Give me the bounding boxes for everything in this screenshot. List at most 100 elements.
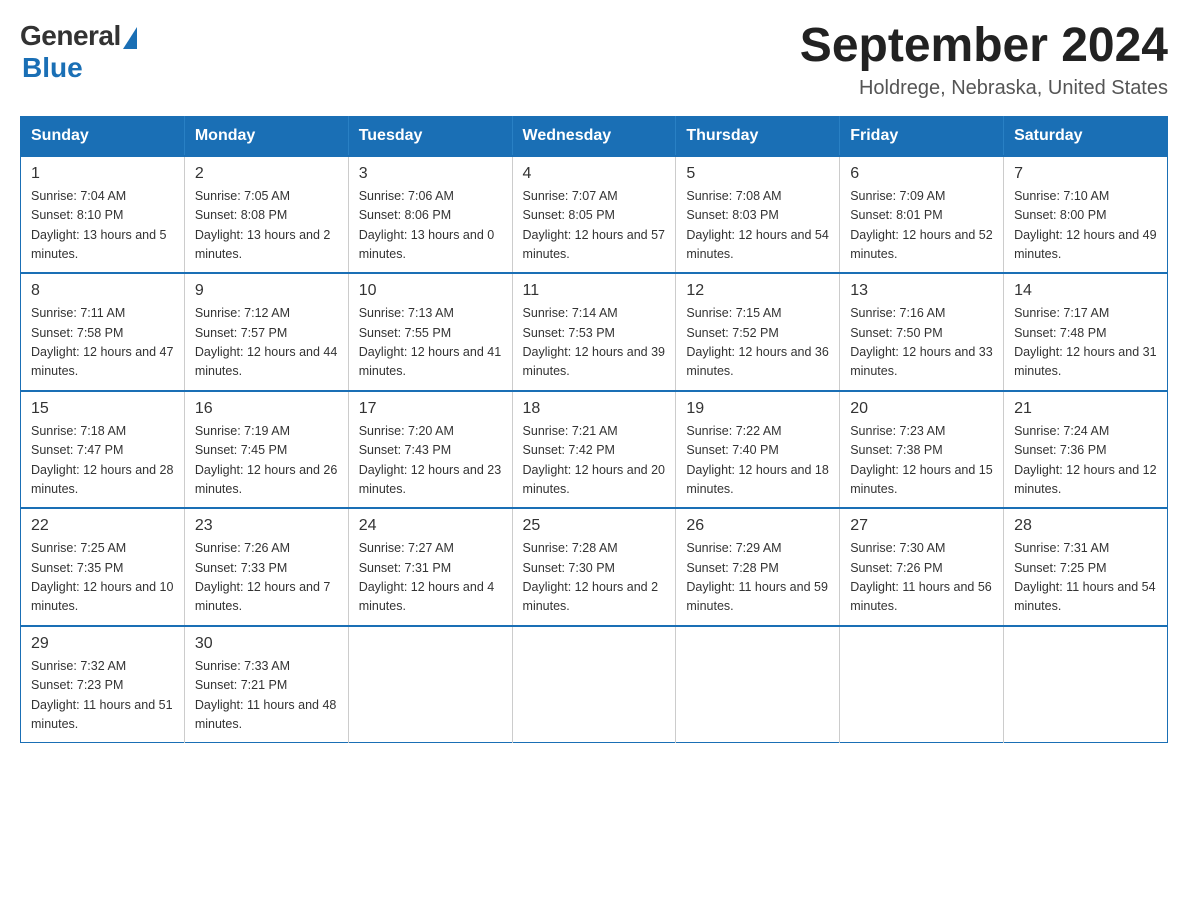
calendar-week-row: 8 Sunrise: 7:11 AMSunset: 7:58 PMDayligh… bbox=[21, 273, 1168, 391]
calendar-day-cell: 3 Sunrise: 7:06 AMSunset: 8:06 PMDayligh… bbox=[348, 156, 512, 274]
day-info: Sunrise: 7:18 AMSunset: 7:47 PMDaylight:… bbox=[31, 422, 174, 500]
calendar-day-cell bbox=[512, 626, 676, 743]
calendar-day-cell: 15 Sunrise: 7:18 AMSunset: 7:47 PMDaylig… bbox=[21, 391, 185, 509]
day-number: 21 bbox=[1014, 400, 1157, 418]
day-number: 12 bbox=[686, 282, 829, 300]
day-number: 1 bbox=[31, 165, 174, 183]
day-number: 26 bbox=[686, 517, 829, 535]
calendar-day-cell: 4 Sunrise: 7:07 AMSunset: 8:05 PMDayligh… bbox=[512, 156, 676, 274]
day-info: Sunrise: 7:26 AMSunset: 7:33 PMDaylight:… bbox=[195, 539, 338, 617]
calendar-day-cell: 2 Sunrise: 7:05 AMSunset: 8:08 PMDayligh… bbox=[184, 156, 348, 274]
day-number: 7 bbox=[1014, 165, 1157, 183]
day-number: 29 bbox=[31, 635, 174, 653]
calendar-day-cell: 11 Sunrise: 7:14 AMSunset: 7:53 PMDaylig… bbox=[512, 273, 676, 391]
day-info: Sunrise: 7:25 AMSunset: 7:35 PMDaylight:… bbox=[31, 539, 174, 617]
calendar-week-row: 15 Sunrise: 7:18 AMSunset: 7:47 PMDaylig… bbox=[21, 391, 1168, 509]
day-info: Sunrise: 7:04 AMSunset: 8:10 PMDaylight:… bbox=[31, 187, 174, 265]
calendar-day-cell: 18 Sunrise: 7:21 AMSunset: 7:42 PMDaylig… bbox=[512, 391, 676, 509]
day-info: Sunrise: 7:10 AMSunset: 8:00 PMDaylight:… bbox=[1014, 187, 1157, 265]
day-number: 3 bbox=[359, 165, 502, 183]
day-number: 20 bbox=[850, 400, 993, 418]
calendar-header-friday: Friday bbox=[840, 116, 1004, 156]
calendar-day-cell: 23 Sunrise: 7:26 AMSunset: 7:33 PMDaylig… bbox=[184, 508, 348, 626]
day-number: 28 bbox=[1014, 517, 1157, 535]
day-info: Sunrise: 7:31 AMSunset: 7:25 PMDaylight:… bbox=[1014, 539, 1157, 617]
calendar-day-cell: 17 Sunrise: 7:20 AMSunset: 7:43 PMDaylig… bbox=[348, 391, 512, 509]
day-number: 13 bbox=[850, 282, 993, 300]
calendar-day-cell bbox=[1004, 626, 1168, 743]
calendar-day-cell: 10 Sunrise: 7:13 AMSunset: 7:55 PMDaylig… bbox=[348, 273, 512, 391]
day-info: Sunrise: 7:22 AMSunset: 7:40 PMDaylight:… bbox=[686, 422, 829, 500]
calendar-day-cell: 13 Sunrise: 7:16 AMSunset: 7:50 PMDaylig… bbox=[840, 273, 1004, 391]
day-info: Sunrise: 7:24 AMSunset: 7:36 PMDaylight:… bbox=[1014, 422, 1157, 500]
calendar-day-cell: 24 Sunrise: 7:27 AMSunset: 7:31 PMDaylig… bbox=[348, 508, 512, 626]
day-info: Sunrise: 7:19 AMSunset: 7:45 PMDaylight:… bbox=[195, 422, 338, 500]
calendar-day-cell: 20 Sunrise: 7:23 AMSunset: 7:38 PMDaylig… bbox=[840, 391, 1004, 509]
day-number: 4 bbox=[523, 165, 666, 183]
calendar-day-cell: 30 Sunrise: 7:33 AMSunset: 7:21 PMDaylig… bbox=[184, 626, 348, 743]
day-number: 19 bbox=[686, 400, 829, 418]
day-number: 27 bbox=[850, 517, 993, 535]
day-number: 6 bbox=[850, 165, 993, 183]
calendar-day-cell: 12 Sunrise: 7:15 AMSunset: 7:52 PMDaylig… bbox=[676, 273, 840, 391]
calendar-day-cell: 22 Sunrise: 7:25 AMSunset: 7:35 PMDaylig… bbox=[21, 508, 185, 626]
calendar-header-saturday: Saturday bbox=[1004, 116, 1168, 156]
calendar-day-cell: 9 Sunrise: 7:12 AMSunset: 7:57 PMDayligh… bbox=[184, 273, 348, 391]
day-info: Sunrise: 7:17 AMSunset: 7:48 PMDaylight:… bbox=[1014, 304, 1157, 382]
calendar-week-row: 22 Sunrise: 7:25 AMSunset: 7:35 PMDaylig… bbox=[21, 508, 1168, 626]
calendar-day-cell: 14 Sunrise: 7:17 AMSunset: 7:48 PMDaylig… bbox=[1004, 273, 1168, 391]
day-number: 30 bbox=[195, 635, 338, 653]
calendar-header-sunday: Sunday bbox=[21, 116, 185, 156]
day-number: 22 bbox=[31, 517, 174, 535]
calendar-day-cell bbox=[840, 626, 1004, 743]
day-info: Sunrise: 7:23 AMSunset: 7:38 PMDaylight:… bbox=[850, 422, 993, 500]
day-number: 5 bbox=[686, 165, 829, 183]
day-info: Sunrise: 7:11 AMSunset: 7:58 PMDaylight:… bbox=[31, 304, 174, 382]
page-header: General Blue September 2024 Holdrege, Ne… bbox=[20, 20, 1168, 100]
calendar-header-thursday: Thursday bbox=[676, 116, 840, 156]
day-info: Sunrise: 7:09 AMSunset: 8:01 PMDaylight:… bbox=[850, 187, 993, 265]
day-info: Sunrise: 7:29 AMSunset: 7:28 PMDaylight:… bbox=[686, 539, 829, 617]
calendar-day-cell bbox=[676, 626, 840, 743]
calendar-header-monday: Monday bbox=[184, 116, 348, 156]
day-number: 14 bbox=[1014, 282, 1157, 300]
calendar-day-cell: 16 Sunrise: 7:19 AMSunset: 7:45 PMDaylig… bbox=[184, 391, 348, 509]
day-number: 11 bbox=[523, 282, 666, 300]
day-info: Sunrise: 7:16 AMSunset: 7:50 PMDaylight:… bbox=[850, 304, 993, 382]
calendar-day-cell: 25 Sunrise: 7:28 AMSunset: 7:30 PMDaylig… bbox=[512, 508, 676, 626]
day-info: Sunrise: 7:20 AMSunset: 7:43 PMDaylight:… bbox=[359, 422, 502, 500]
calendar-header-wednesday: Wednesday bbox=[512, 116, 676, 156]
calendar-day-cell: 5 Sunrise: 7:08 AMSunset: 8:03 PMDayligh… bbox=[676, 156, 840, 274]
logo-triangle-icon bbox=[123, 27, 137, 49]
day-number: 10 bbox=[359, 282, 502, 300]
calendar-day-cell: 21 Sunrise: 7:24 AMSunset: 7:36 PMDaylig… bbox=[1004, 391, 1168, 509]
calendar-day-cell: 19 Sunrise: 7:22 AMSunset: 7:40 PMDaylig… bbox=[676, 391, 840, 509]
day-info: Sunrise: 7:27 AMSunset: 7:31 PMDaylight:… bbox=[359, 539, 502, 617]
day-number: 24 bbox=[359, 517, 502, 535]
calendar-day-cell: 1 Sunrise: 7:04 AMSunset: 8:10 PMDayligh… bbox=[21, 156, 185, 274]
day-number: 17 bbox=[359, 400, 502, 418]
calendar-header-row: SundayMondayTuesdayWednesdayThursdayFrid… bbox=[21, 116, 1168, 156]
month-title: September 2024 bbox=[800, 20, 1168, 73]
day-number: 8 bbox=[31, 282, 174, 300]
day-info: Sunrise: 7:12 AMSunset: 7:57 PMDaylight:… bbox=[195, 304, 338, 382]
calendar-header-tuesday: Tuesday bbox=[348, 116, 512, 156]
day-number: 16 bbox=[195, 400, 338, 418]
title-section: September 2024 Holdrege, Nebraska, Unite… bbox=[800, 20, 1168, 100]
calendar-day-cell: 29 Sunrise: 7:32 AMSunset: 7:23 PMDaylig… bbox=[21, 626, 185, 743]
day-info: Sunrise: 7:30 AMSunset: 7:26 PMDaylight:… bbox=[850, 539, 993, 617]
day-info: Sunrise: 7:07 AMSunset: 8:05 PMDaylight:… bbox=[523, 187, 666, 265]
day-info: Sunrise: 7:14 AMSunset: 7:53 PMDaylight:… bbox=[523, 304, 666, 382]
day-number: 9 bbox=[195, 282, 338, 300]
calendar-table: SundayMondayTuesdayWednesdayThursdayFrid… bbox=[20, 116, 1168, 744]
day-info: Sunrise: 7:13 AMSunset: 7:55 PMDaylight:… bbox=[359, 304, 502, 382]
logo: General Blue bbox=[20, 20, 137, 84]
day-number: 18 bbox=[523, 400, 666, 418]
day-info: Sunrise: 7:33 AMSunset: 7:21 PMDaylight:… bbox=[195, 657, 338, 735]
calendar-week-row: 1 Sunrise: 7:04 AMSunset: 8:10 PMDayligh… bbox=[21, 156, 1168, 274]
day-info: Sunrise: 7:21 AMSunset: 7:42 PMDaylight:… bbox=[523, 422, 666, 500]
day-info: Sunrise: 7:05 AMSunset: 8:08 PMDaylight:… bbox=[195, 187, 338, 265]
calendar-day-cell: 27 Sunrise: 7:30 AMSunset: 7:26 PMDaylig… bbox=[840, 508, 1004, 626]
calendar-day-cell: 6 Sunrise: 7:09 AMSunset: 8:01 PMDayligh… bbox=[840, 156, 1004, 274]
calendar-day-cell: 28 Sunrise: 7:31 AMSunset: 7:25 PMDaylig… bbox=[1004, 508, 1168, 626]
